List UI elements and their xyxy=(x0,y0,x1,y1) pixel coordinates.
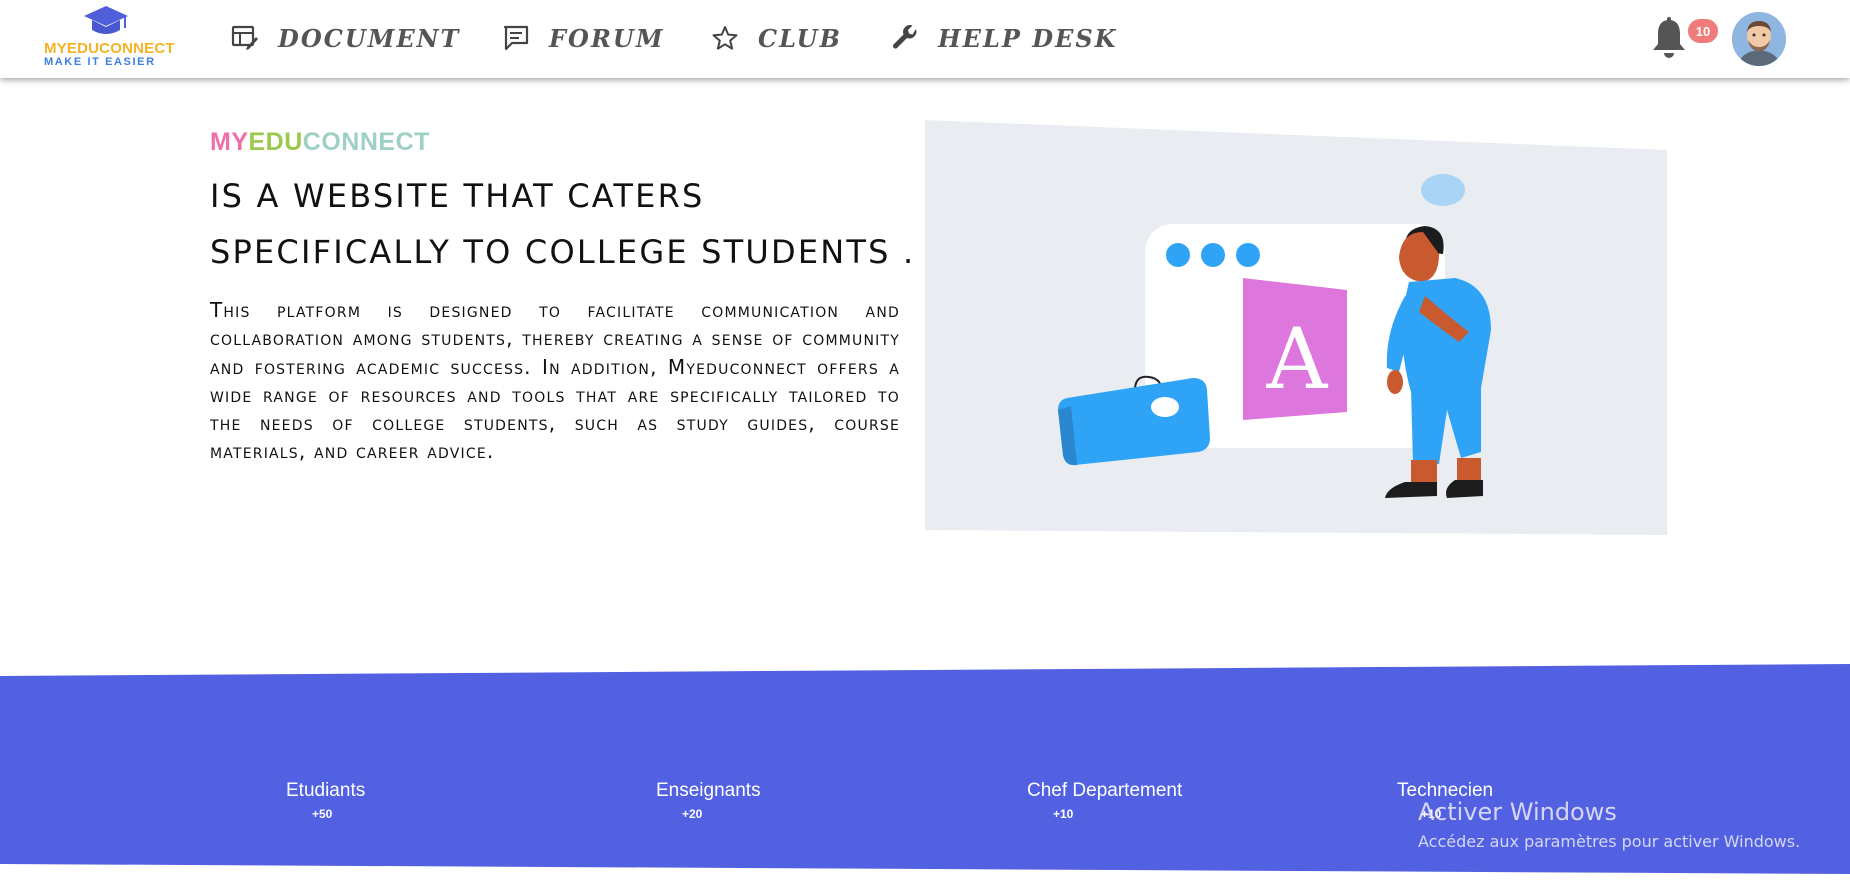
stat-chef-departement: Chef Departement +10 xyxy=(1027,780,1182,821)
letter-card-text: A xyxy=(1266,310,1329,408)
stat-value: +20 xyxy=(682,807,703,821)
logo-tagline: MAKE IT EASIER xyxy=(44,56,156,68)
brand-name: MYEDUCONNECT xyxy=(210,128,430,157)
star-icon xyxy=(710,23,740,53)
document-edit-icon xyxy=(230,23,260,53)
top-navbar: MYEDUCONNECT MAKE IT EASIER DOCUMENT FOR… xyxy=(0,0,1850,78)
hero-description: This platform is designed to facilitate … xyxy=(210,298,900,464)
nav-forum-label: FORUM xyxy=(549,23,665,53)
stat-enseignants: Enseignants +20 xyxy=(656,780,761,821)
brand-my: MY xyxy=(210,128,249,156)
wrench-icon xyxy=(890,23,920,53)
window-dot xyxy=(1166,243,1190,267)
speech-bubble xyxy=(1421,174,1465,206)
graduation-cap-icon xyxy=(84,6,128,34)
brand-edu: EDU xyxy=(248,128,303,156)
window-dot xyxy=(1201,243,1225,267)
headline-line-2: SPECIFICALLY TO COLLEGE STUDENTS . xyxy=(210,233,916,271)
notification-badge: 10 xyxy=(1688,19,1718,43)
stat-etudiants: Etudiants +50 xyxy=(286,780,365,821)
watermark-title: Activer Windows xyxy=(1418,798,1617,826)
window-dot xyxy=(1236,243,1260,267)
nav-help-desk-label: HELP DESK xyxy=(938,23,1118,53)
logo[interactable]: MYEDUCONNECT MAKE IT EASIER xyxy=(40,4,180,68)
nav-club[interactable]: CLUB xyxy=(710,18,842,58)
nav-document[interactable]: DOCUMENT xyxy=(230,18,460,58)
bell-icon xyxy=(1653,17,1685,58)
nav-forum[interactable]: FORUM xyxy=(501,18,664,58)
stat-value: +10 xyxy=(1053,807,1074,821)
logo-name: MYEDUCONNECT xyxy=(44,40,175,57)
user-avatar[interactable] xyxy=(1732,12,1786,66)
watermark-subtitle: Accédez aux paramètres pour activer Wind… xyxy=(1418,832,1801,851)
nav-document-label: DOCUMENT xyxy=(278,23,461,53)
stat-title: Etudiants xyxy=(286,780,366,801)
hero-illustration: A xyxy=(925,120,1667,535)
nav-club-label: CLUB xyxy=(758,23,842,53)
headline-line-1: IS A WEBSITE THAT CATERS xyxy=(210,177,705,215)
stat-title: Chef Departement xyxy=(1027,780,1183,801)
stat-value: +50 xyxy=(312,807,333,821)
brand-connect: CONNECT xyxy=(302,128,430,156)
chat-icon xyxy=(501,23,531,53)
user-avatar-icon xyxy=(1732,12,1786,66)
stat-title: Enseignants xyxy=(656,780,761,801)
notifications-button[interactable] xyxy=(1649,16,1689,60)
hero-headline: IS A WEBSITE THAT CATERS SPECIFICALLY TO… xyxy=(210,168,930,280)
nav-help-desk[interactable]: HELP DESK xyxy=(890,18,1118,58)
windows-activation-watermark: Activer Windows Accédez aux paramètres p… xyxy=(1418,798,1800,851)
